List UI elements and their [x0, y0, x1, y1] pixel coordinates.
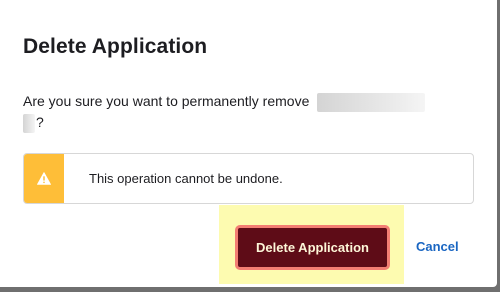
warning-callout: This operation cannot be undone. — [23, 153, 474, 204]
redacted-application-name-continued — [23, 113, 35, 133]
warning-text: This operation cannot be undone. — [89, 171, 283, 186]
delete-application-button[interactable]: Delete Application — [235, 225, 390, 270]
delete-application-dialog: Delete Application Are you sure you want… — [0, 0, 497, 287]
cancel-link[interactable]: Cancel — [416, 239, 459, 254]
confirmation-question-mark: ? — [36, 114, 44, 130]
dialog-title: Delete Application — [23, 35, 208, 58]
confirmation-message: Are you sure you want to permanently rem… — [23, 91, 473, 133]
warning-triangle-icon — [37, 172, 51, 185]
warning-stripe — [24, 154, 64, 203]
confirmation-message-text: Are you sure you want to permanently rem… — [23, 93, 310, 109]
redacted-application-name — [317, 92, 426, 112]
